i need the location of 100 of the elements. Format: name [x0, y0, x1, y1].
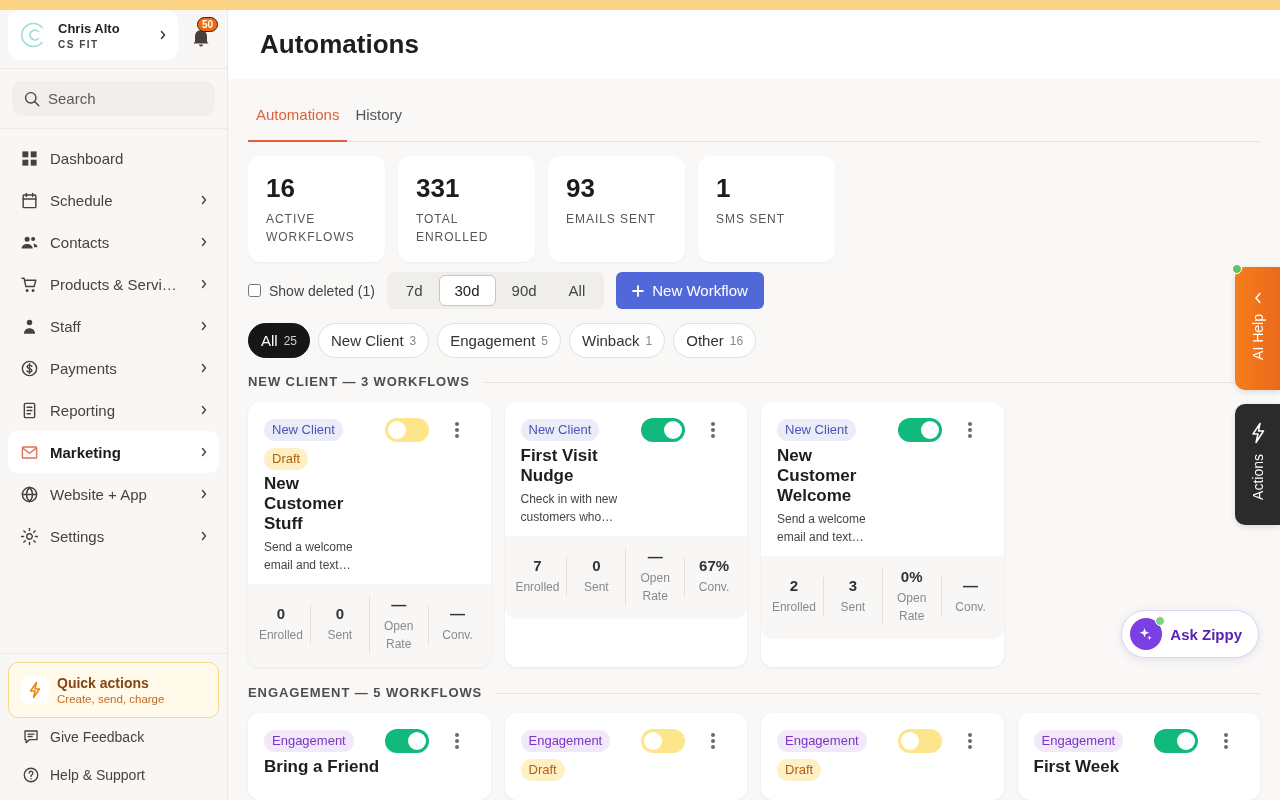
globe-icon [20, 484, 39, 504]
toggle-switch[interactable] [641, 418, 685, 442]
filter-chip[interactable]: Engagement 5 [437, 323, 561, 358]
section-heading: ENGAGEMENT — 5 WORKFLOWS [248, 685, 483, 701]
filter-chip[interactable]: Other 16 [673, 323, 757, 358]
metric-value: 3 [848, 577, 857, 595]
workflow-title: New Customer Stuff [264, 474, 345, 534]
metric-label: Sent [327, 627, 353, 644]
ask-zippy-button[interactable]: Ask Zippy [1121, 610, 1259, 658]
stat-value: 1 [716, 172, 732, 204]
workflow-title: First Week [1033, 757, 1120, 777]
settings-icon [20, 526, 39, 546]
workflow-card[interactable]: New Client Draft New Customer Stuff Send a welcome email and text… 0 Enrolled 0 Sent — Open Rate — Conv. [248, 402, 491, 667]
checkbox-label[interactable]: Show deleted (1) [269, 282, 375, 299]
metric-value: — [450, 605, 466, 623]
category-tag: Engagement [264, 730, 354, 752]
stat-label: TOTAL ENROLLED [416, 211, 490, 246]
cart-icon [20, 274, 39, 294]
plus-icon [632, 284, 645, 297]
nav-item[interactable]: Staff [8, 305, 219, 347]
kebab-menu-icon[interactable] [711, 422, 715, 438]
workflow-title: First Visit Nudge [520, 446, 599, 486]
kebab-menu-icon[interactable] [711, 733, 715, 749]
kebab-menu-icon[interactable] [967, 422, 972, 438]
sparkle-icon [1130, 618, 1163, 650]
sidebar-link[interactable]: Help & Support [8, 756, 219, 794]
nav-item[interactable]: Dashboard [8, 137, 219, 179]
range-option[interactable]: 30d [438, 275, 496, 306]
status-badge: Draft [777, 759, 822, 781]
dollar-coin-icon [20, 358, 39, 378]
metric-label: Conv. [698, 579, 730, 596]
metric-label: Open Rate [383, 618, 415, 653]
search-field[interactable]: Search [12, 81, 215, 116]
filter-chip[interactable]: All 25 [248, 323, 311, 358]
checkbox[interactable] [248, 284, 261, 297]
metric-label: Sent [840, 599, 866, 616]
side-tab[interactable]: Actions [1235, 404, 1280, 525]
nav-item[interactable]: Marketing [8, 431, 219, 473]
category-tag: Engagement [520, 730, 611, 752]
workflow-card[interactable]: Engagement First Week [1017, 713, 1260, 800]
kebab-menu-icon[interactable] [454, 422, 459, 438]
workflow-card[interactable]: New Client New Customer Welcome Send a welcome email and text… 2 Enrolled 3 Sent 0% Open Rate — Conv. [761, 402, 1004, 667]
stat-value: 16 [266, 172, 296, 204]
toggle-switch[interactable] [897, 418, 942, 442]
nav-item[interactable]: Products & Servi… [8, 263, 219, 305]
category-tag: New Client [264, 419, 343, 441]
filter-chip[interactable]: New Client 3 [318, 323, 430, 358]
toggle-switch[interactable] [1154, 729, 1198, 753]
nav-item[interactable]: Payments [8, 347, 219, 389]
tab[interactable]: History [347, 91, 411, 142]
chevron-left-icon [1253, 292, 1262, 304]
metric-label: Enrolled [771, 599, 816, 616]
metric-value: 0% [900, 568, 923, 586]
kebab-menu-icon[interactable] [967, 733, 972, 749]
toggle-switch[interactable] [897, 729, 942, 753]
nav-item[interactable]: Reporting [8, 389, 219, 431]
metric-label: Conv. [442, 627, 473, 644]
workflow-title: New Customer Welcome [777, 446, 858, 506]
range-option[interactable]: 7d [389, 275, 439, 306]
nav-item[interactable]: Settings [8, 515, 219, 557]
new-workflow-button[interactable]: New Workflow [616, 272, 764, 309]
nav-item[interactable]: Schedule [8, 179, 219, 221]
workflow-description: Send a welcome email and text… [264, 539, 354, 574]
stat-label: EMAILS SENT [566, 211, 657, 228]
range-option[interactable]: All [552, 275, 602, 306]
sidebar-link[interactable]: Give Feedback [8, 718, 219, 756]
section-heading: NEW CLIENT — 3 WORKFLOWS [248, 374, 470, 390]
metric-label: Enrolled [515, 579, 560, 596]
workflow-description: Check in with new customers who… [520, 491, 619, 526]
workflow-card[interactable]: Engagement Draft [761, 713, 1004, 800]
kebab-menu-icon[interactable] [454, 733, 459, 749]
lightning-icon [1249, 422, 1266, 444]
stat-label: ACTIVE WORKFLOWS [266, 211, 356, 246]
nav-item[interactable]: Website + App [8, 473, 219, 515]
grid-icon [20, 148, 39, 168]
range-option[interactable]: 90d [495, 275, 553, 306]
bell-icon[interactable] [193, 27, 209, 47]
toggle-switch[interactable] [384, 729, 429, 753]
lightning-icon [21, 676, 49, 704]
metric-value: 0 [335, 605, 344, 623]
metric-value: 0 [592, 557, 601, 575]
account-switcher[interactable]: Chris Alto CS FIT [8, 10, 178, 60]
calendar-icon [20, 190, 39, 210]
nav-item[interactable]: Contacts [8, 221, 219, 263]
toggle-switch[interactable] [384, 418, 429, 442]
filter-chip[interactable]: Winback 1 [569, 323, 666, 358]
metric-label: Sent [583, 579, 609, 596]
status-badge: Draft [520, 759, 565, 781]
notification-count-badge: 50 [197, 16, 219, 32]
toggle-switch[interactable] [641, 729, 685, 753]
metric-value: 7 [533, 557, 542, 575]
workflow-card[interactable]: Engagement Draft [504, 713, 747, 800]
quick-actions-button[interactable]: Quick actions Create, send, charge [8, 662, 219, 718]
workflow-card[interactable]: Engagement Bring a Friend [248, 713, 491, 800]
chat-bubble-icon [22, 728, 40, 746]
workflow-card[interactable]: New Client First Visit Nudge Check in with new customers who… 7 Enrolled 0 Sent — Open Rate 67% Conv. [504, 402, 747, 667]
kebab-menu-icon[interactable] [1224, 733, 1228, 749]
chevron-right-icon [160, 30, 166, 40]
category-tag: Engagement [1033, 730, 1124, 752]
stat-value: 93 [566, 172, 596, 204]
